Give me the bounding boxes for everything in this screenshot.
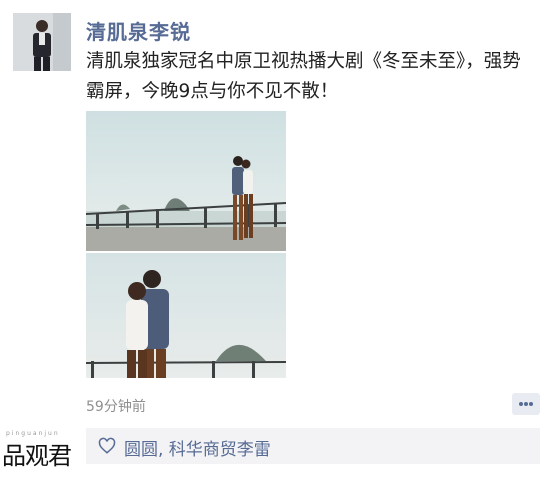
heart-icon	[98, 437, 116, 454]
post-time: 59分钟前	[86, 399, 146, 415]
watermark-logo: pinguanjun 品观君	[0, 428, 96, 472]
watermark-text: 品观君	[2, 442, 72, 470]
author-avatar[interactable]	[13, 13, 71, 71]
post-text: 清肌泉独家冠名中原卫视热播大剧《冬至未至》，强势霸屏，今晚9点与你不见不散！	[86, 51, 521, 102]
comment-button[interactable]	[512, 393, 540, 415]
post-photo-2[interactable]	[86, 253, 286, 378]
comment-dots-icon	[519, 402, 533, 406]
likes-bar: 圆圆, 科华商贸李雷	[86, 428, 540, 464]
likes-names[interactable]: 圆圆, 科华商贸李雷	[124, 435, 271, 460]
post-photo-1[interactable]	[86, 111, 286, 251]
author-name[interactable]: 清肌泉李锐	[86, 16, 191, 45]
